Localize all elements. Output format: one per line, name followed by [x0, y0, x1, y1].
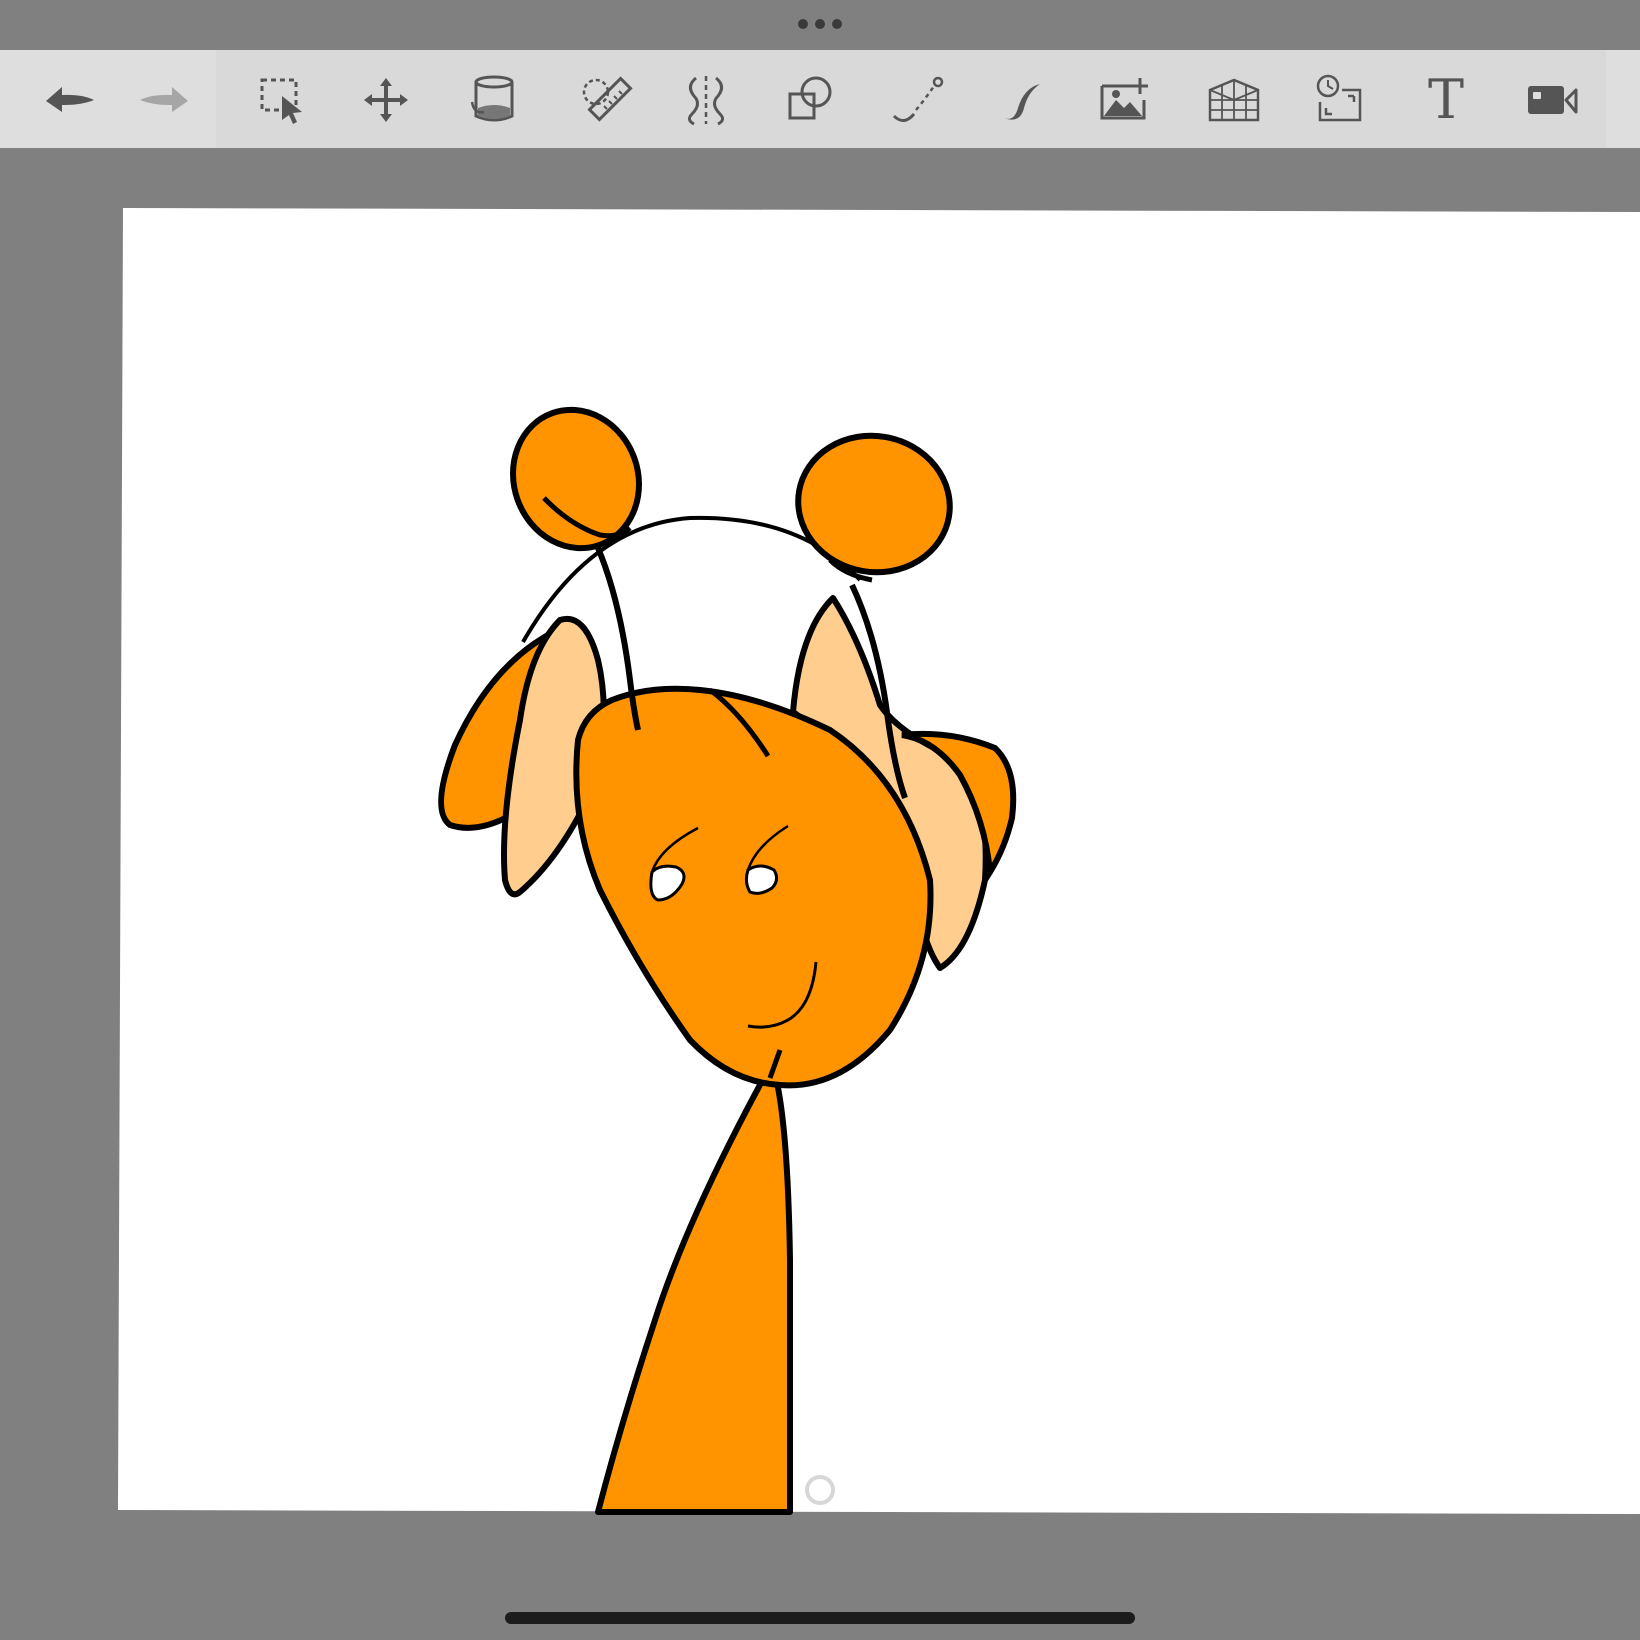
redo-button[interactable] — [136, 74, 192, 126]
text-icon: T — [1427, 68, 1465, 131]
shapes-button[interactable] — [782, 74, 838, 126]
record-button[interactable] — [1524, 74, 1580, 126]
move-icon — [364, 78, 408, 122]
home-indicator[interactable] — [505, 1612, 1135, 1624]
selection-button[interactable] — [254, 74, 310, 126]
video-camera-icon — [1528, 86, 1578, 114]
right-eye — [744, 864, 779, 895]
paint-bucket-icon — [470, 75, 514, 122]
fill-button[interactable] — [466, 74, 522, 126]
ruler-icon — [582, 76, 633, 122]
more-options-icon[interactable] — [798, 18, 842, 30]
stroke-button[interactable] — [996, 74, 1052, 126]
transform-button[interactable] — [358, 74, 414, 126]
undo-button[interactable] — [42, 74, 98, 126]
curve-icon — [892, 76, 944, 122]
stroke-icon — [1004, 84, 1040, 120]
symmetry-icon — [687, 76, 725, 126]
shapes-icon — [788, 76, 832, 120]
undo-icon — [46, 87, 94, 112]
toolbar: T — [0, 50, 1640, 148]
perspective-grid-icon — [1208, 78, 1260, 122]
canvas-area[interactable] — [0, 148, 1640, 1608]
ruler-button[interactable] — [578, 74, 634, 126]
symmetry-button[interactable] — [678, 74, 734, 126]
text-button[interactable]: T — [1418, 68, 1474, 131]
selection-icon — [260, 78, 302, 124]
redo-icon — [140, 87, 188, 112]
perspective-button[interactable] — [1206, 74, 1262, 126]
top-strip — [0, 0, 1640, 50]
add-image-button[interactable] — [1096, 74, 1152, 126]
curve-button[interactable] — [890, 74, 946, 126]
artboard[interactable] — [0, 148, 1640, 1608]
time-lapse-button[interactable] — [1312, 74, 1368, 126]
time-lapse-icon — [1316, 74, 1362, 122]
add-image-icon — [1100, 78, 1148, 120]
